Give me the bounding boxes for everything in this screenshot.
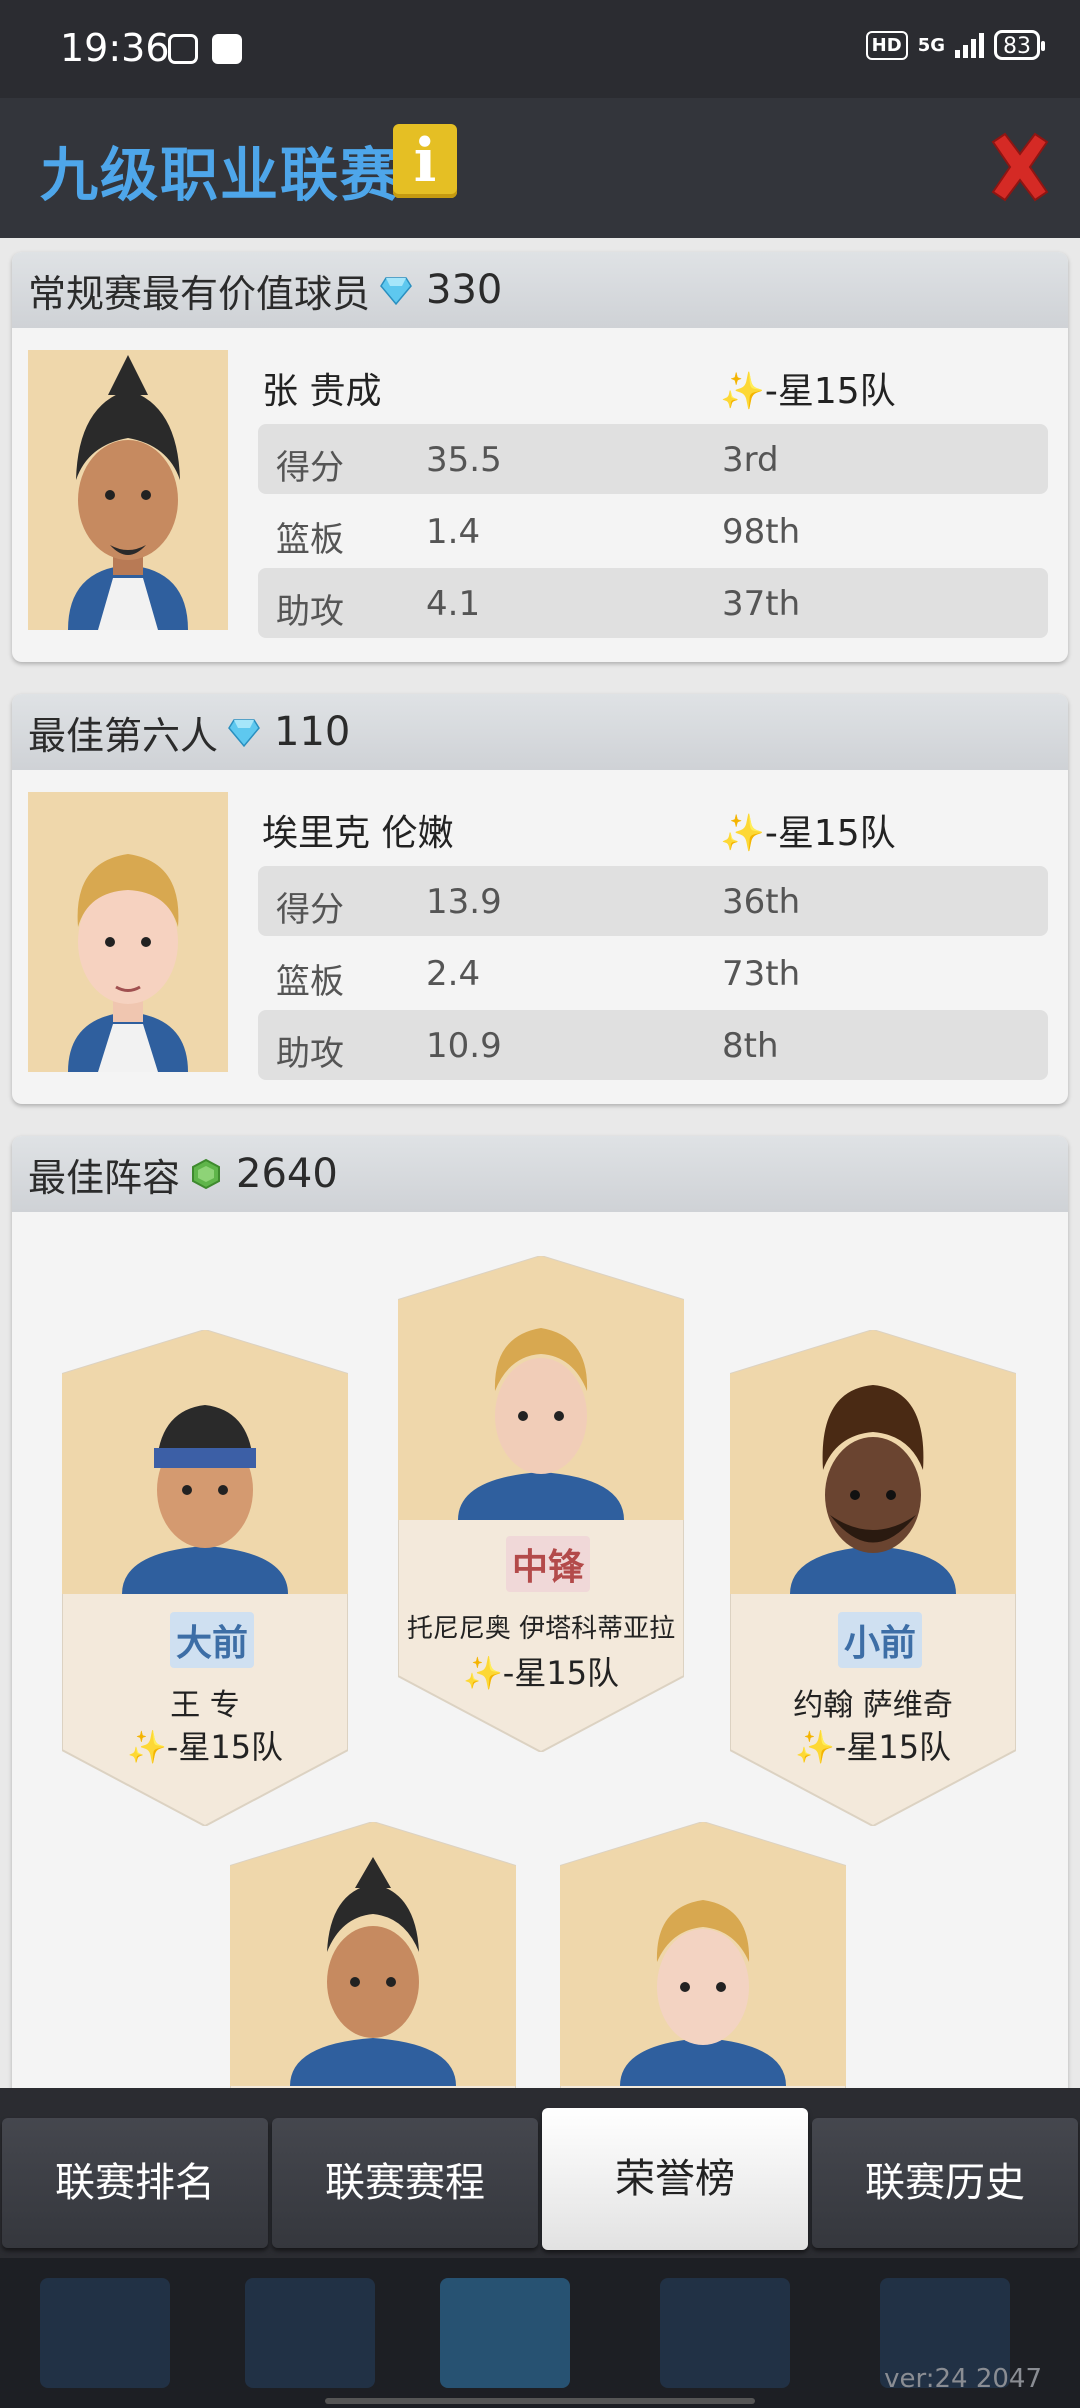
player-avatar-icon — [68, 854, 188, 1072]
stat-value: 10.9 — [426, 1026, 502, 1066]
battery-icon: 83 — [994, 30, 1045, 60]
background-nav-icon — [440, 2278, 570, 2388]
all-league-header: 最佳阵容 2640 — [12, 1136, 1068, 1212]
position-label: 大前 — [170, 1612, 255, 1668]
status-time: 19:36 — [60, 26, 170, 70]
stat-label: 助攻 — [276, 592, 344, 632]
sixth-man-title: 最佳第六人 — [28, 713, 219, 758]
stat-label: 篮板 — [276, 962, 344, 1002]
stat-label: 得分 — [276, 448, 344, 488]
signal-icon — [955, 32, 984, 58]
diamond-icon — [380, 277, 412, 306]
stat-row: 助攻 10.9 8th — [258, 1010, 1048, 1080]
player-card-frame — [560, 1822, 846, 2088]
lineup-player-card[interactable]: 大前 王 专 ✨-星15队 — [62, 1330, 348, 1826]
stat-row: 助攻 4.1 37th — [258, 568, 1048, 638]
position-label: 小前 — [838, 1612, 923, 1668]
mvp-portrait — [28, 350, 228, 630]
mvp-card: 常规赛最有价值球员 330 张 贵成 ✨-星15队 得分 35.5 3rd 篮板… — [12, 252, 1068, 662]
stat-label: 助攻 — [276, 1034, 344, 1074]
lineup-player-team: ✨-星15队 — [462, 1654, 620, 1692]
lineup-player-name: 约翰 萨维奇 — [793, 1688, 953, 1723]
info-button[interactable]: i — [393, 124, 457, 198]
stat-rank: 8th — [722, 1026, 779, 1066]
tab-league-schedule[interactable]: 联赛赛程 — [272, 2118, 538, 2248]
background-nav: ver:24 2047 — [0, 2258, 1080, 2408]
stat-rank: 98th — [722, 512, 801, 552]
sixth-man-card: 最佳第六人 110 埃里克 伦嫩 ✨-星15队 得分 13.9 36th 篮板 … — [12, 694, 1068, 1104]
home-indicator[interactable] — [325, 2398, 755, 2404]
tab-honor-board[interactable]: 荣誉榜 — [542, 2108, 808, 2250]
all-league-card: 最佳阵容 2640 大前 王 专 ✨-星15队 中锋 托尼尼奥 伊塔科蒂亚拉 ✨… — [12, 1136, 1068, 2088]
mvp-player-name: 张 贵成 — [262, 371, 382, 412]
stat-rank: 36th — [722, 882, 801, 922]
stat-value: 1.4 — [426, 512, 481, 552]
lineup-player-team: ✨-星15队 — [126, 1728, 284, 1766]
diamond-icon — [228, 719, 260, 748]
honor-board-content[interactable]: 常规赛最有价值球员 330 张 贵成 ✨-星15队 得分 35.5 3rd 篮板… — [0, 238, 1080, 2088]
sixth-man-team: ✨-星15队 — [720, 813, 896, 854]
tiktok-app-icon — [212, 34, 242, 64]
lineup-player-team: ✨-星15队 — [794, 1728, 952, 1766]
background-nav-icon — [40, 2278, 170, 2388]
page-title: 九级职业联赛 — [40, 141, 401, 209]
close-button[interactable] — [985, 130, 1055, 204]
sixth-man-reward: 110 — [274, 709, 351, 755]
stat-value: 2.4 — [426, 954, 481, 994]
stat-rank: 73th — [722, 954, 801, 994]
stat-value: 4.1 — [426, 584, 481, 624]
player-avatar-icon — [68, 355, 188, 630]
stat-row: 得分 13.9 36th — [258, 866, 1048, 936]
network-label: 5G — [917, 34, 945, 56]
mvp-reward: 330 — [426, 267, 503, 313]
mvp-team: ✨-星15队 — [720, 371, 896, 412]
stat-label: 篮板 — [276, 520, 344, 560]
bottom-tabs: 联赛排名 联赛赛程 荣誉榜 联赛历史 — [0, 2108, 1080, 2258]
player-card-frame — [230, 1822, 516, 2088]
mvp-title: 常规赛最有价值球员 — [28, 271, 371, 316]
close-icon — [991, 132, 1049, 202]
status-indicators: HD 5G 83 — [865, 30, 1045, 60]
tab-league-history[interactable]: 联赛历史 — [812, 2118, 1078, 2248]
stat-row: 得分 35.5 3rd — [258, 424, 1048, 494]
stat-row: 篮板 2.4 73th — [258, 938, 1048, 1008]
lineup-player-card[interactable] — [560, 1822, 846, 2088]
hexagon-badge-icon — [192, 1158, 221, 1190]
sixth-man-portrait — [28, 792, 228, 1072]
stat-row: 篮板 1.4 98th — [258, 496, 1048, 566]
lineup-player-card[interactable]: 中锋 托尼尼奥 伊塔科蒂亚拉 ✨-星15队 — [398, 1256, 684, 1752]
stat-value: 13.9 — [426, 882, 502, 922]
stat-value: 35.5 — [426, 440, 502, 480]
status-bar: 19:36 HD 5G 83 — [0, 0, 1080, 98]
lineup-player-name: 托尼尼奥 伊塔科蒂亚拉 — [406, 1614, 676, 1644]
lineup-player-card[interactable] — [230, 1822, 516, 2088]
stat-rank: 37th — [722, 584, 801, 624]
version-label: ver:24 2047 — [884, 2364, 1042, 2394]
sixth-man-header: 最佳第六人 110 — [12, 694, 1068, 770]
stat-rank: 3rd — [722, 440, 779, 480]
lineup-player-card[interactable]: 小前 约翰 萨维奇 ✨-星15队 — [730, 1330, 1016, 1826]
stat-label: 得分 — [276, 890, 344, 930]
scissors-app-icon — [168, 34, 198, 64]
title-bar: 九级职业联赛 — [0, 98, 1080, 238]
background-nav-icon — [660, 2278, 790, 2388]
background-nav-icon — [245, 2278, 375, 2388]
all-league-reward: 2640 — [236, 1151, 338, 1197]
lineup-player-name: 王 专 — [170, 1688, 240, 1723]
position-label: 中锋 — [506, 1536, 591, 1592]
sixth-man-player-name: 埃里克 伦嫩 — [262, 813, 454, 854]
tab-league-ranking[interactable]: 联赛排名 — [2, 2118, 268, 2248]
all-league-title: 最佳阵容 — [28, 1155, 181, 1200]
hd-icon: HD — [865, 30, 908, 60]
mvp-header: 常规赛最有价值球员 330 — [12, 252, 1068, 328]
